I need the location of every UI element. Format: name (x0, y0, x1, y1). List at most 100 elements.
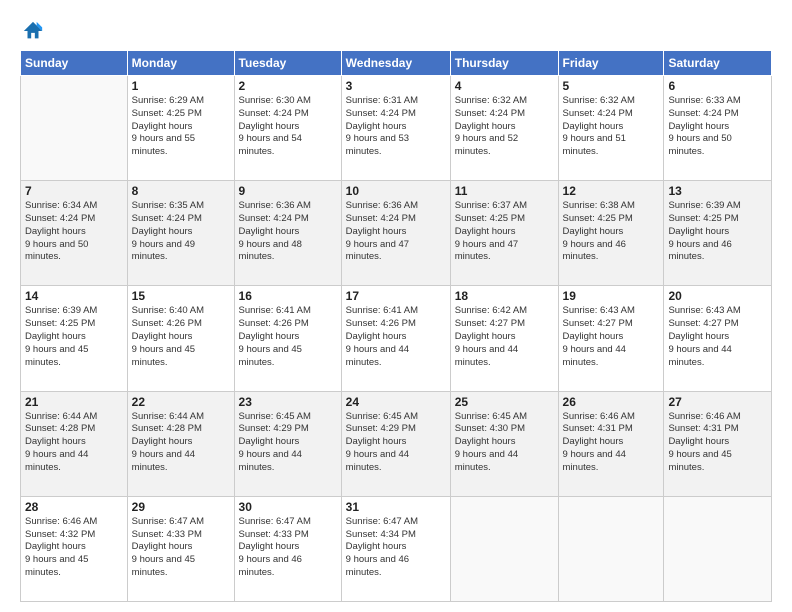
weekday-header-sunday: Sunday (21, 51, 128, 76)
weekday-header-tuesday: Tuesday (234, 51, 341, 76)
day-info: Sunrise: 6:42 AMSunset: 4:27 PMDaylight … (455, 305, 554, 369)
calendar-cell: 20 Sunrise: 6:43 AMSunset: 4:27 PMDayligh… (664, 286, 772, 391)
calendar-week-3: 14 Sunrise: 6:39 AMSunset: 4:25 PMDayligh… (21, 286, 772, 391)
calendar-cell (664, 496, 772, 601)
calendar-week-2: 7 Sunrise: 6:34 AMSunset: 4:24 PMDaylight… (21, 181, 772, 286)
calendar-cell: 9 Sunrise: 6:36 AMSunset: 4:24 PMDaylight… (234, 181, 341, 286)
day-info: Sunrise: 6:45 AMSunset: 4:30 PMDaylight … (455, 411, 554, 475)
calendar-cell: 5Sunrise: 6:32 AMSunset: 4:24 PMDaylight… (558, 76, 664, 181)
day-number: 10 (346, 184, 446, 198)
day-info: Sunrise: 6:34 AMSunset: 4:24 PMDaylight … (25, 200, 123, 264)
day-number: 12 (563, 184, 660, 198)
day-info: Sunrise: 6:47 AMSunset: 4:34 PMDaylight … (346, 516, 446, 580)
day-info: Sunrise: 6:41 AMSunset: 4:26 PMDaylight … (346, 305, 446, 369)
day-number: 18 (455, 289, 554, 303)
day-number: 27 (668, 395, 767, 409)
day-info: Sunrise: 6:39 AMSunset: 4:25 PMDaylight … (25, 305, 123, 369)
day-info: Sunrise: 6:35 AMSunset: 4:24 PMDaylight … (132, 200, 230, 264)
calendar-cell: 15 Sunrise: 6:40 AMSunset: 4:26 PMDayligh… (127, 286, 234, 391)
calendar-cell (21, 76, 128, 181)
calendar-cell (558, 496, 664, 601)
day-number: 14 (25, 289, 123, 303)
day-number: 21 (25, 395, 123, 409)
day-info: Sunrise: 6:45 AMSunset: 4:29 PMDaylight … (239, 411, 337, 475)
day-info: Sunrise: 6:40 AMSunset: 4:26 PMDaylight … (132, 305, 230, 369)
weekday-header-row: SundayMondayTuesdayWednesdayThursdayFrid… (21, 51, 772, 76)
calendar-table: SundayMondayTuesdayWednesdayThursdayFrid… (20, 50, 772, 602)
day-number: 9 (239, 184, 337, 198)
day-info: Sunrise: 6:37 AMSunset: 4:25 PMDaylight … (455, 200, 554, 264)
day-info: Sunrise: 6:31 AMSunset: 4:24 PMDaylight … (346, 95, 446, 159)
day-info: Sunrise: 6:47 AMSunset: 4:33 PMDaylight … (239, 516, 337, 580)
calendar-cell: 16 Sunrise: 6:41 AMSunset: 4:26 PMDayligh… (234, 286, 341, 391)
calendar-cell: 2Sunrise: 6:30 AMSunset: 4:24 PMDaylight… (234, 76, 341, 181)
page: SundayMondayTuesdayWednesdayThursdayFrid… (0, 0, 792, 612)
calendar-cell: 14 Sunrise: 6:39 AMSunset: 4:25 PMDayligh… (21, 286, 128, 391)
day-info: Sunrise: 6:44 AMSunset: 4:28 PMDaylight … (132, 411, 230, 475)
calendar-cell: 28Sunrise: 6:46 AMSunset: 4:32 PMDayligh… (21, 496, 128, 601)
weekday-header-saturday: Saturday (664, 51, 772, 76)
calendar-cell: 31 Sunrise: 6:47 AMSunset: 4:34 PMDayligh… (341, 496, 450, 601)
calendar-cell: 24 Sunrise: 6:45 AMSunset: 4:29 PMDayligh… (341, 391, 450, 496)
calendar-cell: 23 Sunrise: 6:45 AMSunset: 4:29 PMDayligh… (234, 391, 341, 496)
day-info: Sunrise: 6:38 AMSunset: 4:25 PMDaylight … (563, 200, 660, 264)
day-number: 11 (455, 184, 554, 198)
logo (20, 20, 44, 42)
day-number: 3 (346, 79, 446, 93)
calendar-cell: 4 Sunrise: 6:32 AMSunset: 4:24 PMDaylight… (450, 76, 558, 181)
calendar-cell: 6Sunrise: 6:33 AMSunset: 4:24 PMDaylight… (664, 76, 772, 181)
weekday-header-thursday: Thursday (450, 51, 558, 76)
calendar-cell: 10Sunrise: 6:36 AMSunset: 4:24 PMDayligh… (341, 181, 450, 286)
calendar-cell: 13 Sunrise: 6:39 AMSunset: 4:25 PMDayligh… (664, 181, 772, 286)
day-info: Sunrise: 6:45 AMSunset: 4:29 PMDaylight … (346, 411, 446, 475)
calendar-cell: 3 Sunrise: 6:31 AMSunset: 4:24 PMDaylight… (341, 76, 450, 181)
calendar-week-4: 21 Sunrise: 6:44 AMSunset: 4:28 PMDayligh… (21, 391, 772, 496)
day-number: 13 (668, 184, 767, 198)
calendar-cell (450, 496, 558, 601)
day-number: 1 (132, 79, 230, 93)
day-info: Sunrise: 6:39 AMSunset: 4:25 PMDaylight … (668, 200, 767, 264)
day-info: Sunrise: 6:36 AMSunset: 4:24 PMDaylight … (239, 200, 337, 264)
day-number: 23 (239, 395, 337, 409)
day-number: 26 (563, 395, 660, 409)
calendar-cell: 8 Sunrise: 6:35 AMSunset: 4:24 PMDaylight… (127, 181, 234, 286)
day-number: 16 (239, 289, 337, 303)
header (20, 16, 772, 42)
day-info: Sunrise: 6:46 AMSunset: 4:31 PMDaylight … (668, 411, 767, 475)
day-info: Sunrise: 6:46 AMSunset: 4:31 PMDaylight … (563, 411, 660, 475)
day-number: 6 (668, 79, 767, 93)
calendar-cell: 25 Sunrise: 6:45 AMSunset: 4:30 PMDayligh… (450, 391, 558, 496)
calendar-cell: 19 Sunrise: 6:43 AMSunset: 4:27 PMDayligh… (558, 286, 664, 391)
calendar-cell: 7 Sunrise: 6:34 AMSunset: 4:24 PMDaylight… (21, 181, 128, 286)
day-info: Sunrise: 6:32 AMSunset: 4:24 PMDaylight … (455, 95, 554, 159)
day-number: 30 (239, 500, 337, 514)
day-info: Sunrise: 6:47 AMSunset: 4:33 PMDaylight … (132, 516, 230, 580)
calendar-cell: 29 Sunrise: 6:47 AMSunset: 4:33 PMDayligh… (127, 496, 234, 601)
day-number: 8 (132, 184, 230, 198)
day-number: 19 (563, 289, 660, 303)
day-number: 4 (455, 79, 554, 93)
calendar-cell: 12 Sunrise: 6:38 AMSunset: 4:25 PMDayligh… (558, 181, 664, 286)
day-number: 29 (132, 500, 230, 514)
calendar-cell: 18 Sunrise: 6:42 AMSunset: 4:27 PMDayligh… (450, 286, 558, 391)
calendar-cell: 1 Sunrise: 6:29 AMSunset: 4:25 PMDaylight… (127, 76, 234, 181)
calendar-cell: 17Sunrise: 6:41 AMSunset: 4:26 PMDayligh… (341, 286, 450, 391)
calendar-cell: 11 Sunrise: 6:37 AMSunset: 4:25 PMDayligh… (450, 181, 558, 286)
calendar-cell: 27 Sunrise: 6:46 AMSunset: 4:31 PMDayligh… (664, 391, 772, 496)
day-number: 20 (668, 289, 767, 303)
weekday-header-monday: Monday (127, 51, 234, 76)
day-info: Sunrise: 6:30 AMSunset: 4:24 PMDaylight … (239, 95, 337, 159)
day-number: 5 (563, 79, 660, 93)
day-info: Sunrise: 6:41 AMSunset: 4:26 PMDaylight … (239, 305, 337, 369)
day-number: 22 (132, 395, 230, 409)
day-number: 7 (25, 184, 123, 198)
day-info: Sunrise: 6:46 AMSunset: 4:32 PMDaylight … (25, 516, 123, 580)
day-info: Sunrise: 6:29 AMSunset: 4:25 PMDaylight … (132, 95, 230, 159)
day-info: Sunrise: 6:43 AMSunset: 4:27 PMDaylight … (668, 305, 767, 369)
day-number: 24 (346, 395, 446, 409)
day-number: 15 (132, 289, 230, 303)
day-number: 25 (455, 395, 554, 409)
day-number: 31 (346, 500, 446, 514)
day-info: Sunrise: 6:44 AMSunset: 4:28 PMDaylight … (25, 411, 123, 475)
day-info: Sunrise: 6:43 AMSunset: 4:27 PMDaylight … (563, 305, 660, 369)
